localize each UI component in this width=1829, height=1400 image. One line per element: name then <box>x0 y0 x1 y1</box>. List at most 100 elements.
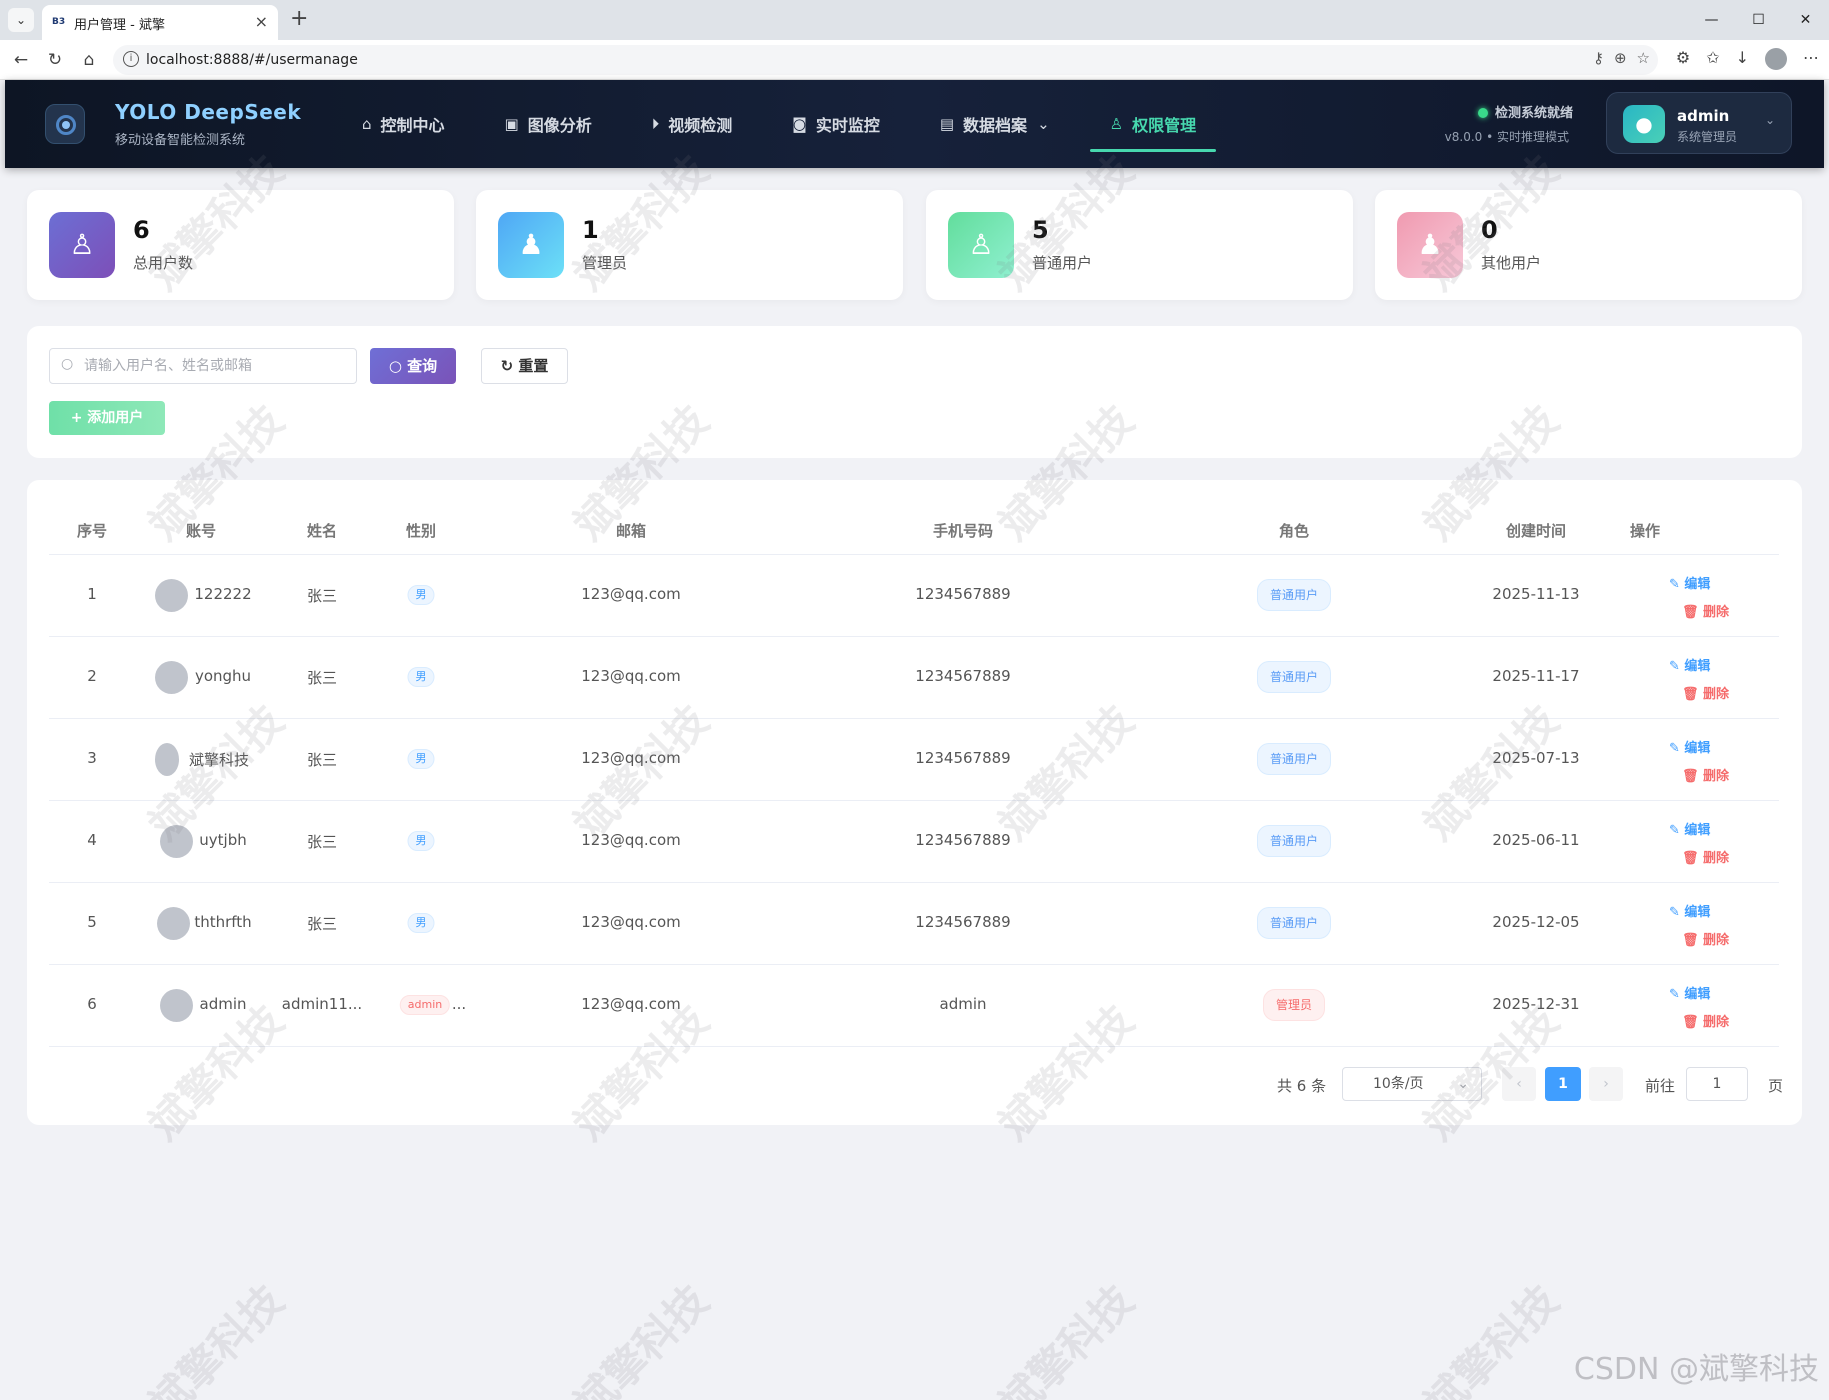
watermark: 斌擎科技 <box>139 1275 293 1400</box>
chevron-down-icon: ⌄ <box>1457 1076 1469 1092</box>
address-actions: ⚷ ⊕ ☆ <box>1593 49 1650 67</box>
user-icon: ♟ <box>498 212 564 278</box>
download-icon[interactable]: ↓ <box>1736 48 1749 70</box>
page-size-select[interactable]: 10条/页 ⌄ <box>1342 1067 1482 1101</box>
column-header: 账号 <box>185 522 217 540</box>
nav-video-detection[interactable]: ⏵ 视频检测 <box>632 80 753 168</box>
reset-button[interactable]: ↻ 重置 <box>481 348 568 384</box>
nav-control-center[interactable]: ⌂ 控制中心 <box>342 80 465 168</box>
pager-total: 共 6 条 <box>1277 1077 1327 1095</box>
minimize-icon[interactable]: — <box>1688 0 1735 40</box>
goto-page-input[interactable] <box>1686 1067 1748 1101</box>
delete-button[interactable]: 🗑 删除 <box>1682 765 1729 784</box>
edit-icon: ✎ <box>1669 987 1685 1002</box>
brand-subtitle: 移动设备智能检测系统 <box>115 133 246 148</box>
edit-button[interactable]: ✎ 编辑 <box>1669 901 1710 920</box>
prev-page-button[interactable]: ‹ <box>1502 1067 1536 1101</box>
watermark: 斌擎科技 <box>564 1275 718 1400</box>
status-text: 检测系统就绪 <box>1495 106 1574 121</box>
column-header: 序号 <box>76 522 108 540</box>
role-tag: 普通用户 <box>1256 661 1332 693</box>
edit-button[interactable]: ✎ 编辑 <box>1669 819 1710 838</box>
back-icon[interactable]: ← <box>8 48 34 72</box>
edit-button[interactable]: ✎ 编辑 <box>1669 737 1710 756</box>
browser-tab[interactable]: B3 用户管理 - 斌擎 × <box>42 5 278 40</box>
address-bar[interactable]: i localhost:8888/#/usermanage ⚷ ⊕ ☆ <box>113 45 1658 75</box>
delete-button[interactable]: 🗑 删除 <box>1682 601 1729 620</box>
user-icon: ♙ <box>49 212 115 278</box>
user-icon: ♙ <box>948 212 1014 278</box>
trash-icon: 🗑 <box>1682 933 1704 948</box>
logo-icon <box>45 104 85 144</box>
maximize-icon[interactable]: ☐ <box>1735 0 1782 40</box>
edit-button[interactable]: ✎ 编辑 <box>1669 983 1710 1002</box>
favorites-icon[interactable]: ✩ <box>1706 48 1719 70</box>
star-icon[interactable]: ☆ <box>1637 49 1650 67</box>
nav-data-archive[interactable]: ▤ 数据档案 ⌄ <box>920 80 1070 168</box>
tab-list-button[interactable]: ⌄ <box>8 8 34 32</box>
avatar <box>157 907 190 940</box>
role-tag: 管理员 <box>1262 989 1326 1021</box>
more-icon[interactable]: ⋯ <box>1803 48 1819 70</box>
edit-button[interactable]: ✎ 编辑 <box>1669 573 1710 592</box>
table-row: 5 ththrfth 张三 男 123@qq.com 1234567889 普通… <box>49 883 1779 965</box>
delete-button[interactable]: 🗑 删除 <box>1682 929 1729 948</box>
key-icon[interactable]: ⚷ <box>1593 49 1604 67</box>
delete-button[interactable]: 🗑 删除 <box>1682 847 1729 866</box>
home-icon: ⌂ <box>362 115 372 133</box>
goto-label: 前往 <box>1645 1077 1676 1095</box>
table-row: 2 yonghu 张三 男 123@qq.com 1234567889 普通用户… <box>49 637 1779 719</box>
info-icon[interactable]: i <box>123 51 139 67</box>
home-icon[interactable]: ⌂ <box>76 48 102 72</box>
delete-button[interactable]: 🗑 删除 <box>1682 683 1729 702</box>
page-unit-label: 页 <box>1768 1077 1784 1095</box>
column-header: 邮箱 <box>615 522 647 540</box>
document-icon: ▤ <box>939 115 955 133</box>
favicon-icon: B3 <box>52 17 66 27</box>
watermark: 斌擎科技 <box>1414 1275 1568 1400</box>
query-button[interactable]: ○ 查询 <box>370 348 456 384</box>
edit-icon: ✎ <box>1669 577 1685 592</box>
search-icon: ○ <box>388 357 408 375</box>
nav-image-analysis[interactable]: ▣ 图像分析 <box>485 80 612 168</box>
stat-normal-users: ♙ 5 普通用户 <box>926 190 1353 300</box>
profile-avatar[interactable] <box>1765 48 1787 70</box>
brand-title: YOLO DeepSeek <box>115 100 302 124</box>
status-indicator <box>1478 108 1488 118</box>
tab-title: 用户管理 - 斌擎 <box>74 18 165 33</box>
window-close-icon[interactable]: ✕ <box>1782 0 1829 40</box>
delete-button[interactable]: 🗑 删除 <box>1682 1011 1729 1030</box>
table-row: 6 admin admin11... admin ... 123@qq.com … <box>49 965 1779 1047</box>
zoom-icon[interactable]: ⊕ <box>1614 49 1627 67</box>
close-icon[interactable]: × <box>255 12 268 31</box>
table-header: 序号 账号 姓名 性别 邮箱 手机号码 角色 创建时间 操作 <box>49 510 1779 555</box>
nav-permission-management[interactable]: ♙ 权限管理 <box>1089 80 1217 168</box>
user-avatar-icon: ● <box>1623 105 1665 143</box>
column-header: 姓名 <box>306 522 338 540</box>
next-page-button[interactable]: › <box>1589 1067 1623 1101</box>
trash-icon: 🗑 <box>1682 687 1704 702</box>
edit-button[interactable]: ✎ 编辑 <box>1669 655 1710 674</box>
chevron-down-icon: ⌄ <box>1764 113 1775 127</box>
page-button-current[interactable]: 1 <box>1545 1067 1581 1101</box>
status-subtext: v8.0.0 • 实时推理模式 <box>1444 130 1569 144</box>
search-input[interactable] <box>49 348 357 384</box>
search-panel: ○ ○ 查询 ↻ 重置 + 添加用户 <box>27 326 1802 458</box>
table-row: 4 uytjbh 张三 男 123@qq.com 1234567889 普通用户… <box>49 801 1779 883</box>
nav-realtime-monitor[interactable]: ◙ 实时监控 <box>772 80 900 168</box>
gender-tag: 男 <box>407 831 435 851</box>
gender-tag: admin <box>399 995 451 1015</box>
edit-icon: ✎ <box>1669 659 1685 674</box>
avatar <box>155 743 179 776</box>
new-tab-icon[interactable]: + <box>290 6 308 31</box>
user-menu[interactable]: ● admin 系统管理员 ⌄ <box>1606 92 1792 154</box>
role-tag: 普通用户 <box>1256 825 1332 857</box>
add-user-button[interactable]: + 添加用户 <box>49 401 165 435</box>
main-nav: ⌂ 控制中心 ▣ 图像分析 ⏵ 视频检测 ◙ 实时监控 ▤ 数据档案 ⌄ ♙ 权… <box>342 80 1236 168</box>
extensions-icon[interactable]: ⚙ <box>1676 48 1690 70</box>
edit-icon: ✎ <box>1669 905 1685 920</box>
user-role: 系统管理员 <box>1677 130 1738 144</box>
edit-icon: ✎ <box>1669 823 1685 838</box>
column-header: 创建时间 <box>1505 522 1567 540</box>
reload-icon[interactable]: ↻ <box>42 48 68 72</box>
